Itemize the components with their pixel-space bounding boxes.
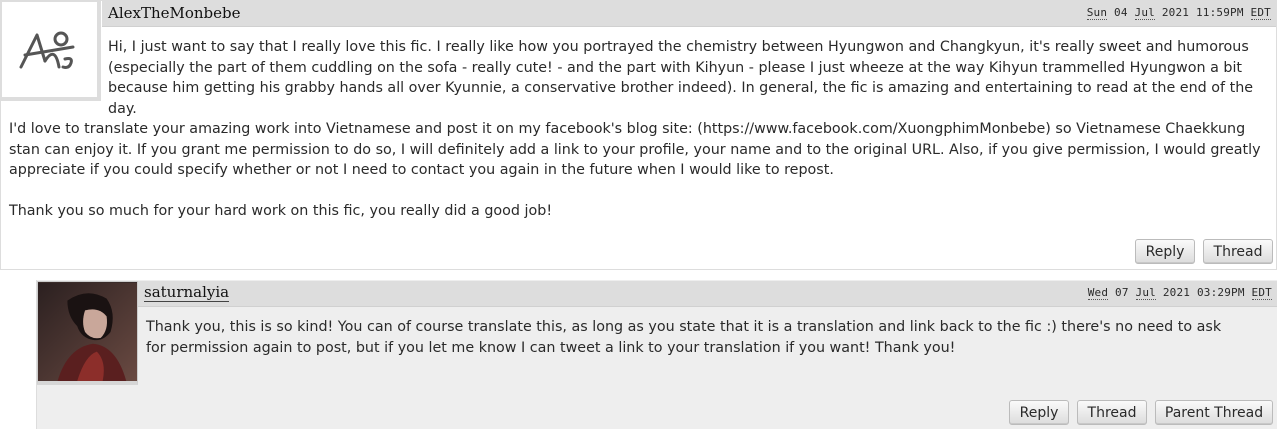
timezone: EDT xyxy=(1251,286,1272,300)
comment-header: saturnalyia Wed 07 Jul 2021 03:29PM EDT xyxy=(138,281,1277,307)
comment-author[interactable]: AlexTheMonbebe xyxy=(108,4,241,22)
comment-paragraph: Hi, I just want to say that I really lov… xyxy=(108,39,1254,117)
comment-paragraph: Thank you so much for your hard work on … xyxy=(9,203,553,219)
comment-datetime: Wed 07 Jul 2021 03:29PM EDT xyxy=(1087,286,1272,300)
comment-alexthemonbebe: AlexTheMonbebe Sun 04 Jul 2021 11:59PM E… xyxy=(0,0,1277,270)
comment-datetime: Sun 04 Jul 2021 11:59PM EDT xyxy=(1086,6,1271,20)
comment-author[interactable]: saturnalyia xyxy=(144,284,230,302)
timezone: EDT xyxy=(1250,6,1271,20)
user-portrait-avatar xyxy=(38,282,137,381)
thread-button[interactable]: Thread xyxy=(1077,400,1147,425)
weekday: Sun xyxy=(1086,6,1108,20)
day: 07 xyxy=(1115,286,1129,299)
day: 04 xyxy=(1114,6,1128,19)
month: Jul xyxy=(1134,6,1155,20)
parent-thread-button[interactable]: Parent Thread xyxy=(1155,400,1273,425)
comment-paragraph: Thank you, this is so kind! You can of c… xyxy=(146,319,1222,356)
comment-body: I'd love to translate your amazing work … xyxy=(9,119,1271,242)
avatar[interactable] xyxy=(37,281,138,385)
reply-button[interactable]: Reply xyxy=(1135,239,1195,264)
monbebe-logo-icon xyxy=(19,31,74,69)
comment-saturnalyia: saturnalyia Wed 07 Jul 2021 03:29PM EDT … xyxy=(36,280,1277,429)
year: 2021 xyxy=(1162,286,1191,299)
comment-header: AlexTheMonbebe Sun 04 Jul 2021 11:59PM E… xyxy=(102,1,1276,27)
weekday: Wed xyxy=(1087,286,1109,300)
avatar[interactable] xyxy=(1,1,101,101)
time: 03:29PM xyxy=(1196,286,1245,299)
time: 11:59PM xyxy=(1195,6,1244,19)
comment-paragraph: I'd love to translate your amazing work … xyxy=(9,121,1261,178)
month: Jul xyxy=(1135,286,1156,300)
thread-button[interactable]: Thread xyxy=(1203,239,1273,264)
reply-button[interactable]: Reply xyxy=(1009,400,1069,425)
year: 2021 xyxy=(1161,6,1190,19)
